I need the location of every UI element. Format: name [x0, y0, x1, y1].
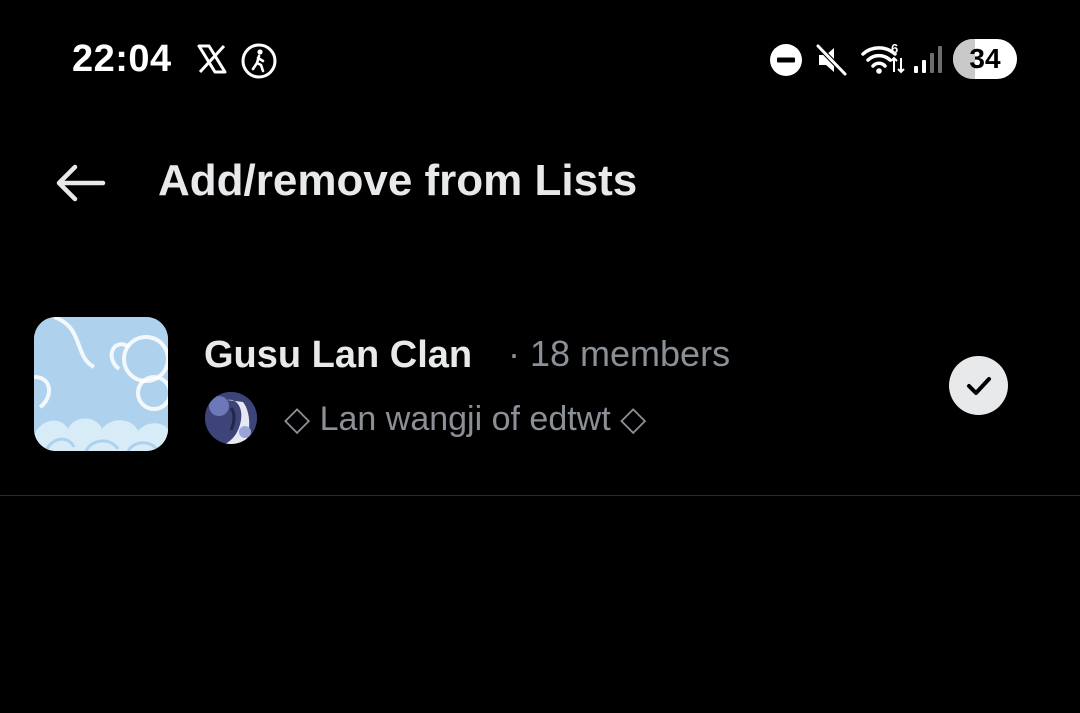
do-not-disturb-icon	[770, 44, 802, 76]
battery-percent: 34	[969, 43, 1001, 74]
list-thumbnail	[34, 317, 168, 451]
list-member-count: · 18 members	[508, 333, 731, 374]
checkmark-icon	[966, 376, 991, 395]
page-title: Add/remove from Lists	[158, 156, 638, 205]
list-owner-name: ◇ Lan wangji of edtwt ◇	[284, 400, 647, 438]
wifi-icon: 6	[861, 42, 905, 74]
status-bar: 22:04 6 34	[0, 0, 1080, 120]
header: Add/remove from Lists	[0, 130, 1080, 240]
arrow-left-icon	[56, 164, 106, 202]
list-item[interactable]: Gusu Lan Clan · 18 members ◇ Lan wangji …	[0, 300, 1080, 496]
screen: 22:04 6 34 Add/remove from Lists Gusu La…	[0, 0, 1080, 713]
svg-text:6: 6	[891, 42, 898, 56]
signal-icon	[914, 46, 942, 73]
avatar	[205, 392, 257, 444]
mute-icon	[816, 44, 847, 76]
cloud-pattern-icon	[34, 317, 168, 451]
selected-checkbox[interactable]	[949, 356, 1008, 415]
list-name: Gusu Lan Clan	[204, 334, 473, 376]
status-time: 22:04	[72, 38, 172, 80]
battery-icon: 34	[953, 39, 1017, 79]
x-logo-icon	[197, 44, 227, 74]
back-button[interactable]	[44, 152, 116, 214]
accessibility-walk-icon	[241, 43, 277, 79]
